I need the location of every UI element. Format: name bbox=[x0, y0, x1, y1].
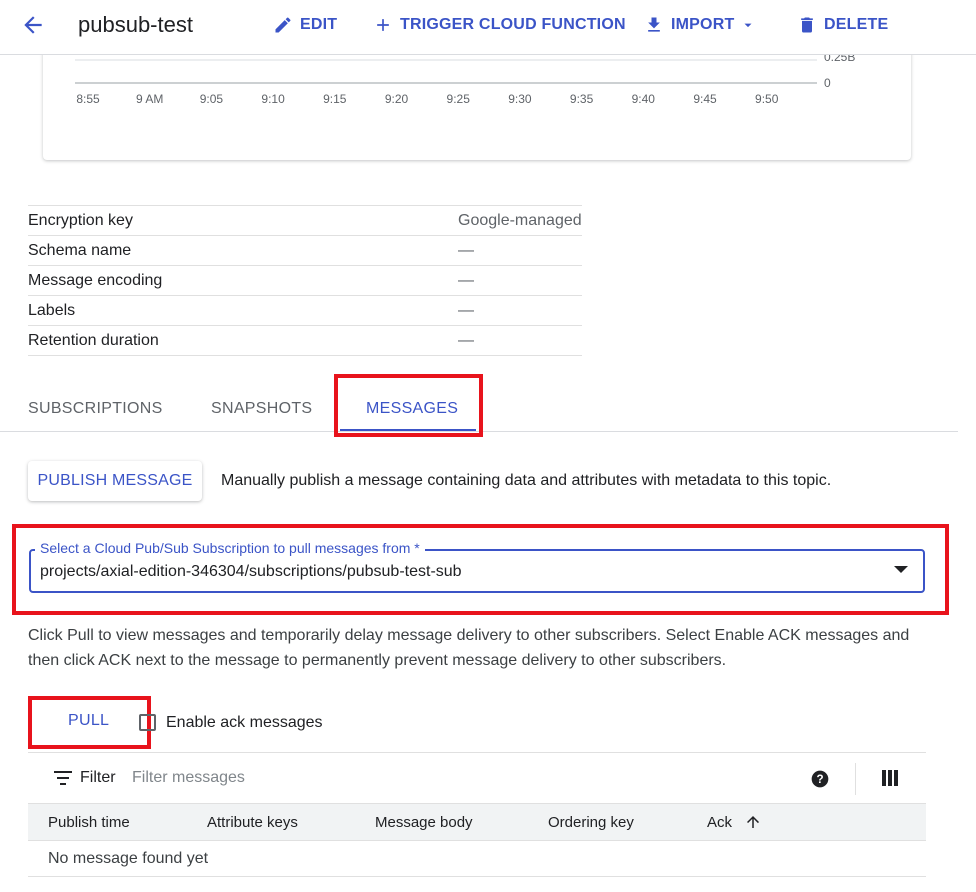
page-title: pubsub-test bbox=[78, 12, 193, 37]
trigger-cloud-function-label: TRIGGER CLOUD FUNCTION bbox=[400, 16, 626, 33]
topic-properties: Encryption key Google-managed Schema name… bbox=[28, 205, 582, 356]
property-row: Retention duration — bbox=[28, 326, 582, 356]
x-tick-label: 9:10 bbox=[261, 92, 285, 106]
tab-snapshots[interactable]: SNAPSHOTS bbox=[211, 400, 312, 418]
filter-label: Filter bbox=[80, 769, 116, 786]
column-display-icon[interactable] bbox=[882, 770, 898, 786]
edit-label: EDIT bbox=[300, 16, 338, 33]
tab-subscriptions[interactable]: SUBSCRIPTIONS bbox=[28, 400, 163, 418]
property-row: Encryption key Google-managed bbox=[28, 206, 582, 236]
pull-help-text: Click Pull to view messages and temporar… bbox=[28, 627, 910, 669]
column-header-message-body[interactable]: Message body bbox=[375, 814, 473, 831]
publish-description: Manually publish a message containing da… bbox=[221, 472, 832, 489]
trash-icon bbox=[801, 17, 813, 33]
x-tick-label: 9:25 bbox=[447, 92, 471, 106]
table-header-row: Publish time Attribute keys Message body… bbox=[28, 804, 926, 841]
enable-ack-label: Enable ack messages bbox=[166, 714, 323, 731]
filter-input[interactable]: Filter messages bbox=[132, 769, 245, 787]
delete-button[interactable]: DELETE bbox=[797, 14, 888, 36]
pencil-icon bbox=[275, 17, 291, 33]
help-icon[interactable]: ? bbox=[810, 769, 830, 789]
publish-message-button[interactable]: PUBLISH MESSAGE bbox=[28, 461, 202, 501]
download-icon bbox=[648, 17, 660, 32]
property-row: Message encoding — bbox=[28, 266, 582, 296]
toolbar-divider bbox=[855, 763, 856, 795]
delete-label: DELETE bbox=[824, 16, 889, 33]
caret-down-icon bbox=[744, 23, 752, 28]
plus-icon bbox=[377, 19, 389, 31]
empty-state-text: No message found yet bbox=[48, 850, 209, 867]
arrow-back-icon[interactable] bbox=[20, 12, 46, 38]
arrow-up-sort-icon[interactable] bbox=[744, 813, 762, 831]
x-tick-label: 9:35 bbox=[570, 92, 594, 106]
table-empty-row: No message found yet bbox=[28, 841, 926, 877]
x-tick-label: 9:15 bbox=[323, 92, 347, 106]
column-header-ordering-key[interactable]: Ordering key bbox=[548, 814, 634, 831]
table-filter-bar: Filter Filter messages ? bbox=[28, 753, 926, 804]
x-tick-label: 9:45 bbox=[693, 92, 717, 106]
property-value: — bbox=[458, 301, 474, 319]
property-key: Encryption key bbox=[28, 211, 133, 229]
enable-ack-checkbox[interactable] bbox=[139, 714, 156, 731]
property-key: Labels bbox=[28, 301, 76, 319]
x-tick-label: 9 AM bbox=[136, 92, 163, 106]
property-row: Labels — bbox=[28, 296, 582, 326]
x-tick-label: 9:05 bbox=[200, 92, 224, 106]
column-header-ack[interactable]: Ack bbox=[707, 814, 732, 831]
messages-table: Filter Filter messages ? Publish time At… bbox=[28, 752, 926, 877]
property-key: Retention duration bbox=[28, 331, 159, 349]
highlight-box-subscription-select bbox=[12, 524, 949, 615]
column-header-publish-time[interactable]: Publish time bbox=[48, 814, 130, 831]
top-header: pubsub-test EDIT TRIGGER CLOUD FUNCTION … bbox=[0, 0, 976, 55]
x-tick-label: 9:30 bbox=[508, 92, 532, 106]
edit-button[interactable]: EDIT bbox=[273, 14, 337, 36]
property-value: — bbox=[458, 331, 474, 349]
property-value: — bbox=[458, 271, 474, 289]
import-label: IMPORT bbox=[671, 16, 735, 33]
x-tick-label: 9:40 bbox=[632, 92, 656, 106]
import-button[interactable]: IMPORT bbox=[644, 14, 755, 36]
x-tick-label: 8:55 bbox=[76, 92, 100, 106]
property-row: Schema name — bbox=[28, 236, 582, 266]
column-header-attribute-keys[interactable]: Attribute keys bbox=[207, 814, 298, 831]
filter-icon[interactable] bbox=[54, 771, 72, 785]
property-value: Google-managed bbox=[458, 211, 582, 229]
trigger-cloud-function-button[interactable]: TRIGGER CLOUD FUNCTION bbox=[373, 14, 626, 36]
property-key: Schema name bbox=[28, 241, 132, 259]
highlight-box-pull-button bbox=[28, 696, 151, 749]
property-key: Message encoding bbox=[28, 271, 163, 289]
property-value: — bbox=[458, 241, 474, 259]
highlight-box-messages-tab bbox=[334, 374, 483, 437]
x-tick-label: 9:20 bbox=[385, 92, 409, 106]
y-tick-label: 0 bbox=[824, 76, 831, 90]
x-tick-label: 9:50 bbox=[755, 92, 779, 106]
svg-text:?: ? bbox=[816, 773, 823, 786]
